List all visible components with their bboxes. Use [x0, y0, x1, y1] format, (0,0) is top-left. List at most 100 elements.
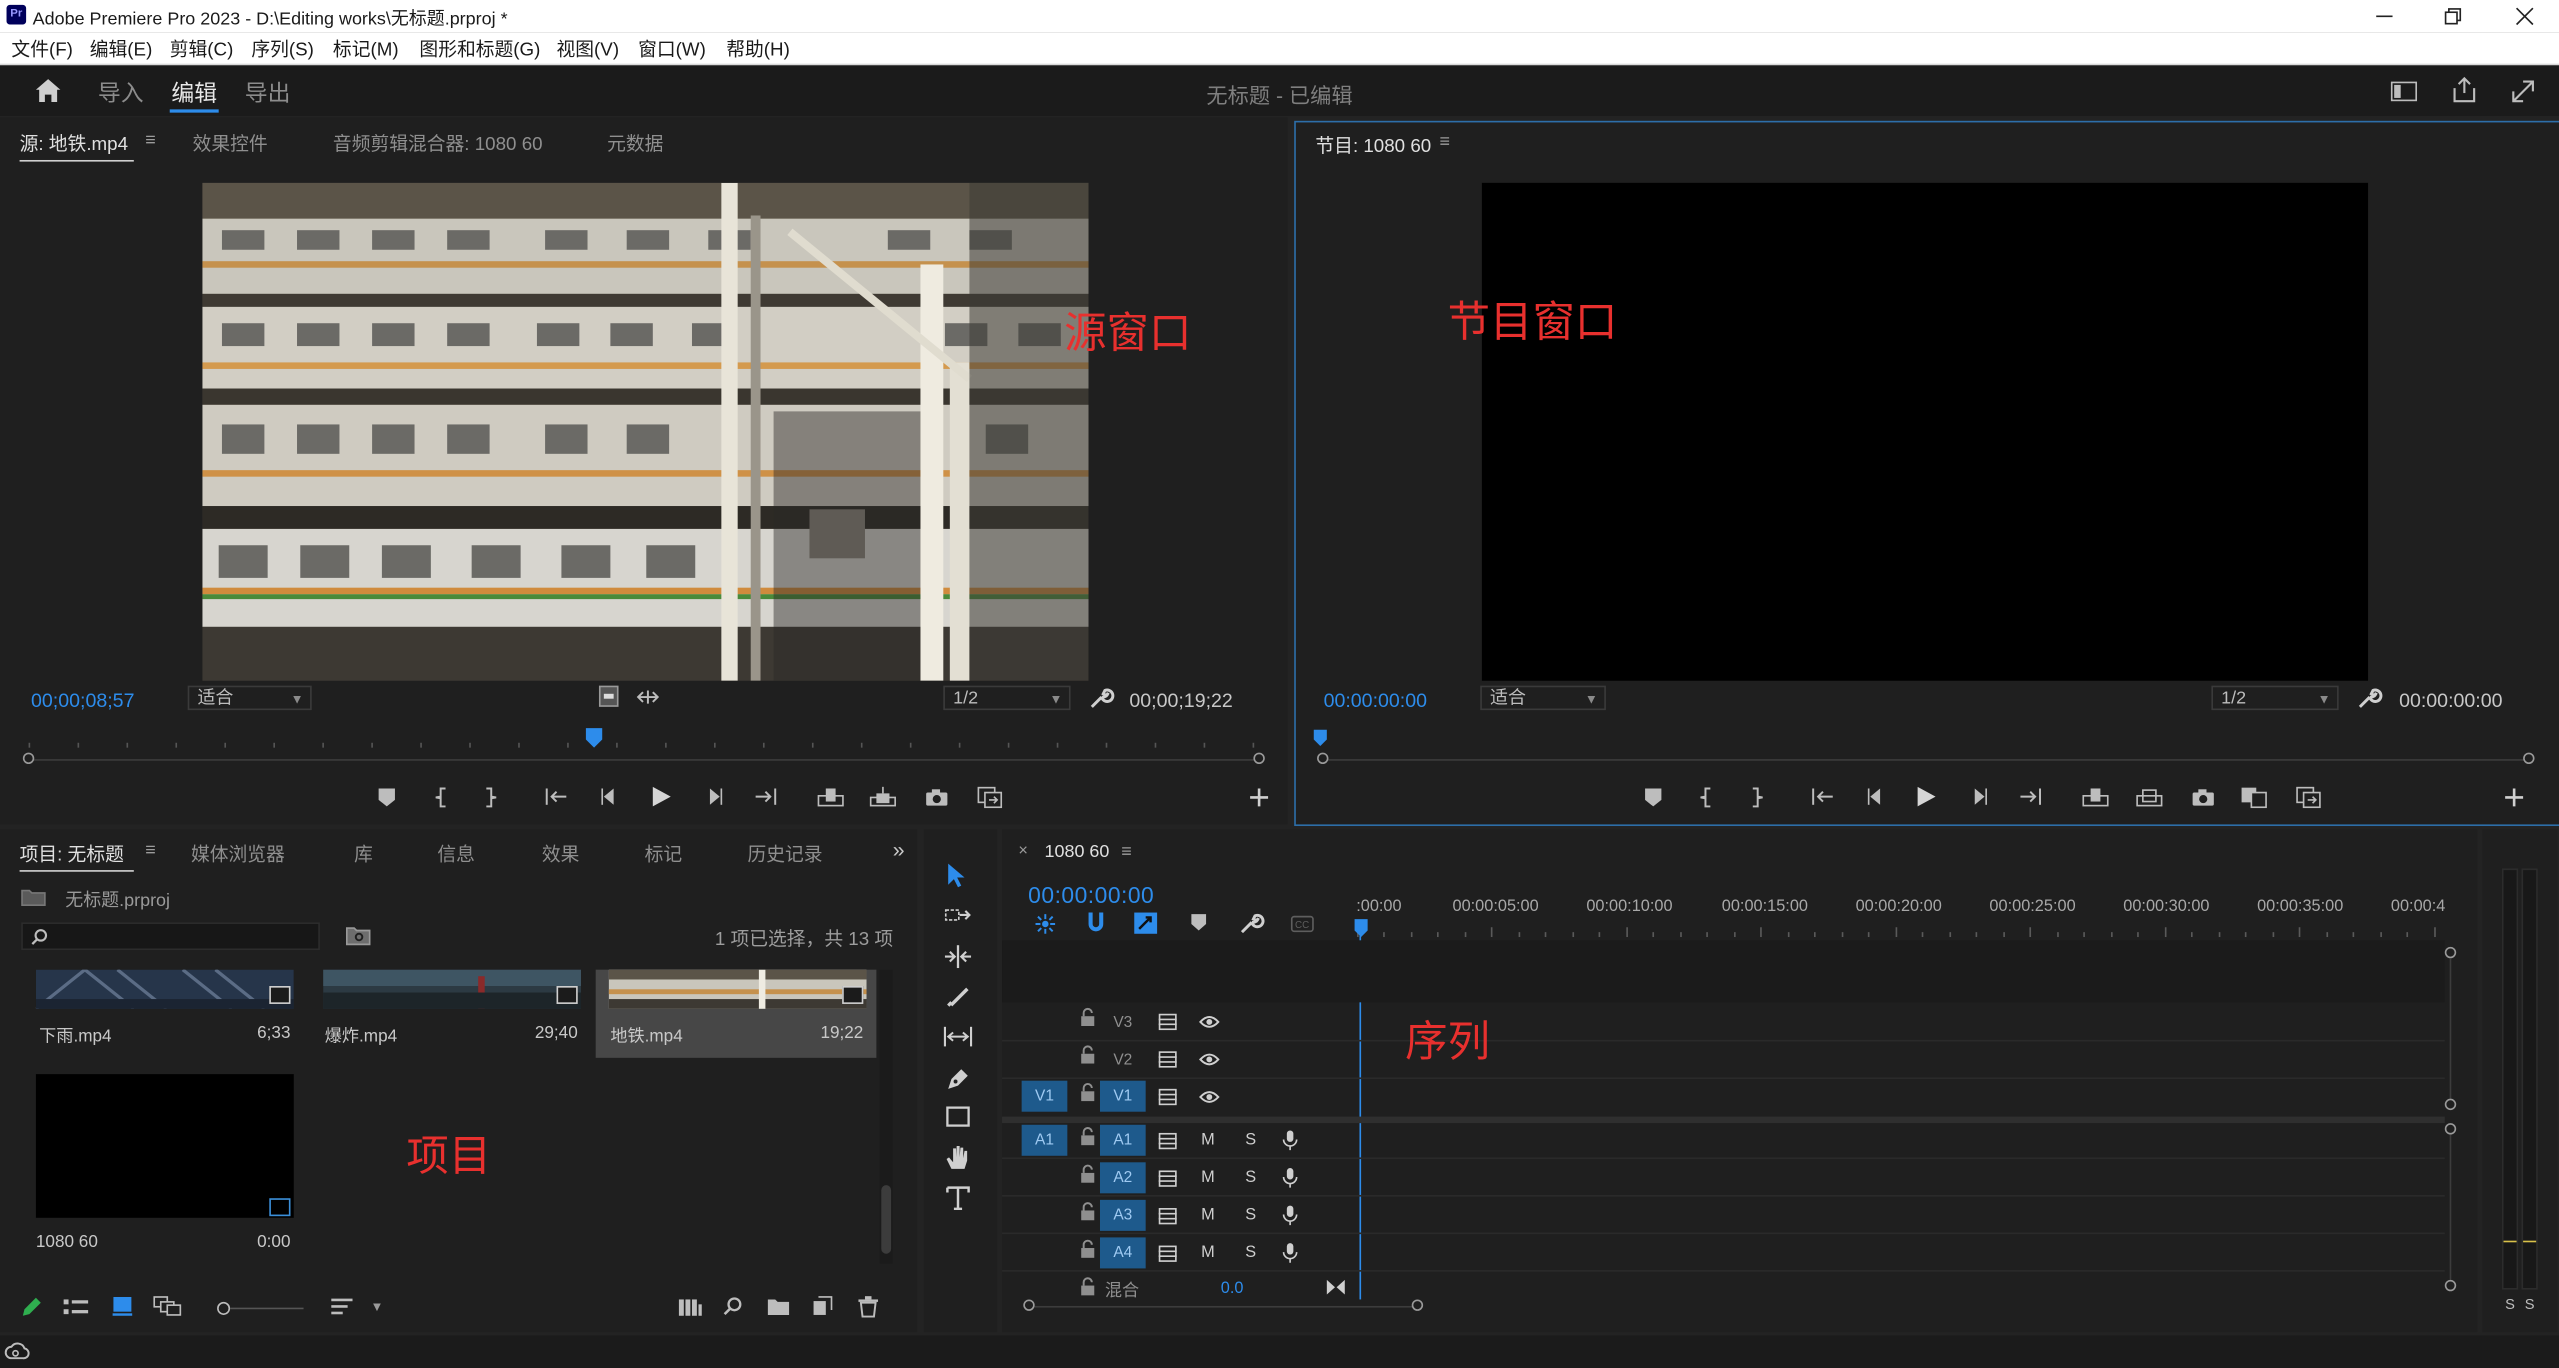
lock-icon[interactable]	[1080, 1082, 1095, 1102]
mark-in-icon[interactable]	[1692, 784, 1721, 810]
wrench-icon[interactable]	[1240, 913, 1265, 934]
mute-button[interactable]: M	[1201, 1162, 1215, 1193]
wrench-icon[interactable]	[1090, 687, 1115, 708]
tab-media-browser[interactable]: 媒体浏览器	[191, 841, 285, 867]
go-to-in-icon[interactable]	[542, 784, 571, 810]
menu-window[interactable]: 窗口(W)	[638, 36, 706, 62]
program-playhead-icon[interactable]	[1313, 729, 1327, 747]
lock-icon[interactable]	[1080, 1007, 1095, 1027]
menu-marker[interactable]: 标记(M)	[333, 36, 399, 62]
microphone-icon[interactable]	[1282, 1130, 1298, 1151]
timeline-zoom-handle-left[interactable]	[1023, 1299, 1035, 1311]
microphone-icon[interactable]	[1282, 1167, 1298, 1188]
timeline-playhead-icon[interactable]	[1354, 919, 1368, 938]
go-to-in-icon[interactable]	[1808, 784, 1837, 810]
solo-button[interactable]: S	[1245, 1200, 1256, 1231]
panel-menu-icon[interactable]: ≡	[145, 841, 155, 861]
step-back-icon[interactable]	[1861, 784, 1890, 810]
track-v3[interactable]: V3	[1002, 1006, 2445, 1042]
extract-icon[interactable]	[2135, 784, 2164, 810]
fullscreen-icon[interactable]	[2510, 78, 2536, 104]
rectangle-tool-icon[interactable]	[946, 1106, 970, 1127]
overwrite-icon[interactable]	[868, 784, 897, 810]
timeline-zoom-bar[interactable]	[1034, 1305, 1414, 1308]
track-v1[interactable]: V1 V1	[1002, 1080, 2445, 1115]
menu-help[interactable]: 帮助(H)	[726, 36, 790, 62]
step-forward-icon[interactable]	[700, 784, 729, 810]
sync-lock-icon[interactable]	[1158, 1088, 1177, 1106]
track-a4[interactable]: A4 M S	[1002, 1236, 2445, 1272]
tab-program[interactable]: 节目: 1080 60	[1315, 132, 1431, 158]
program-timecode[interactable]: 00:00:00:00	[1324, 689, 1427, 712]
menu-edit[interactable]: 编辑(E)	[90, 36, 153, 62]
export-frame-icon[interactable]	[2189, 784, 2218, 810]
sync-lock-icon[interactable]	[1158, 1208, 1177, 1225]
program-resolution-dropdown[interactable]: 1/2 ▼	[2211, 685, 2339, 711]
mark-out-icon[interactable]	[475, 784, 504, 810]
timeline-ruler-ticks[interactable]	[1357, 921, 2445, 938]
freeform-view-icon[interactable]	[153, 1296, 182, 1316]
find-icon[interactable]	[723, 1296, 743, 1316]
source-time-ruler[interactable]	[28, 738, 1261, 754]
lock-icon[interactable]	[1080, 1277, 1095, 1296]
mute-button[interactable]: M	[1201, 1237, 1215, 1268]
track-label[interactable]: V2	[1100, 1045, 1146, 1076]
comparison-view-icon[interactable]	[2239, 784, 2268, 810]
sync-lock-icon[interactable]	[1158, 1013, 1177, 1031]
drag-audio-only-icon[interactable]	[636, 689, 660, 705]
source-patch-v1[interactable]: V1	[1021, 1080, 1068, 1112]
lock-icon[interactable]	[1080, 1164, 1095, 1184]
lock-icon[interactable]	[1080, 1202, 1095, 1221]
drag-video-only-icon[interactable]	[598, 685, 619, 707]
timeline-timecode[interactable]: 00:00:00:00	[1028, 882, 1154, 908]
chevron-down-icon[interactable]: ▼	[370, 1299, 383, 1314]
track-select-tool-icon[interactable]	[944, 904, 971, 927]
mix-volume[interactable]: 0.0	[1221, 1280, 1244, 1298]
nest-icon[interactable]	[1035, 914, 1056, 934]
step-back-icon[interactable]	[594, 784, 623, 810]
track-target-a2[interactable]: A2	[1099, 1162, 1146, 1194]
button-editor-icon[interactable]	[2293, 784, 2322, 810]
clip-thumbnail-subway[interactable]	[608, 969, 867, 1009]
video-scroll-top-handle[interactable]	[2444, 946, 2457, 959]
sync-lock-icon[interactable]	[1158, 1132, 1177, 1150]
add-button-icon[interactable]	[2499, 784, 2528, 810]
lift-icon[interactable]	[2081, 784, 2110, 810]
clip-thumbnail-rain[interactable]	[35, 969, 294, 1009]
menu-view[interactable]: 视图(V)	[557, 36, 620, 62]
project-search-input[interactable]	[21, 922, 320, 951]
program-fit-dropdown[interactable]: 适合 ▼	[1480, 685, 1606, 711]
solo-button[interactable]: S	[1245, 1162, 1256, 1193]
button-editor-icon[interactable]	[974, 784, 1003, 810]
lock-icon[interactable]	[1080, 1239, 1095, 1259]
video-scroll-bottom-handle[interactable]	[2444, 1098, 2457, 1111]
find-icon[interactable]	[345, 926, 371, 946]
panel-layout-icon[interactable]	[2390, 81, 2418, 102]
track-label[interactable]: V3	[1100, 1007, 1146, 1038]
play-icon[interactable]	[1911, 784, 1940, 810]
list-view-icon[interactable]	[63, 1298, 89, 1316]
razor-tool-icon[interactable]	[947, 984, 970, 1007]
audio-scroll-bottom-handle[interactable]	[2444, 1279, 2457, 1292]
restore-icon[interactable]	[2422, 0, 2484, 33]
menu-file[interactable]: 文件(F)	[11, 36, 73, 62]
source-resolution-dropdown[interactable]: 1/2 ▼	[943, 685, 1071, 711]
go-to-out-icon[interactable]	[2016, 784, 2045, 810]
captions-icon[interactable]: CC	[1290, 915, 1314, 933]
linked-selection-icon[interactable]	[1134, 912, 1158, 934]
tab-markers[interactable]: 标记	[645, 841, 683, 867]
source-playhead-icon[interactable]	[585, 728, 603, 748]
add-marker-icon[interactable]	[1191, 914, 1207, 932]
pen-tool-icon[interactable]	[947, 1066, 970, 1090]
track-a3[interactable]: A3 M S	[1002, 1198, 2445, 1235]
sequence-thumbnail[interactable]	[35, 1074, 294, 1218]
export-frame-icon[interactable]	[922, 784, 951, 810]
sort-icon[interactable]	[331, 1298, 354, 1316]
track-target-a3[interactable]: A3	[1099, 1199, 1146, 1231]
play-icon[interactable]	[646, 784, 675, 810]
tab-effects[interactable]: 效果	[542, 841, 580, 867]
microphone-icon[interactable]	[1282, 1205, 1298, 1226]
lock-icon[interactable]	[1080, 1045, 1095, 1064]
track-mix[interactable]: 混合 0.0	[1002, 1273, 2445, 1301]
program-zoom-bar[interactable]	[1323, 759, 2532, 761]
